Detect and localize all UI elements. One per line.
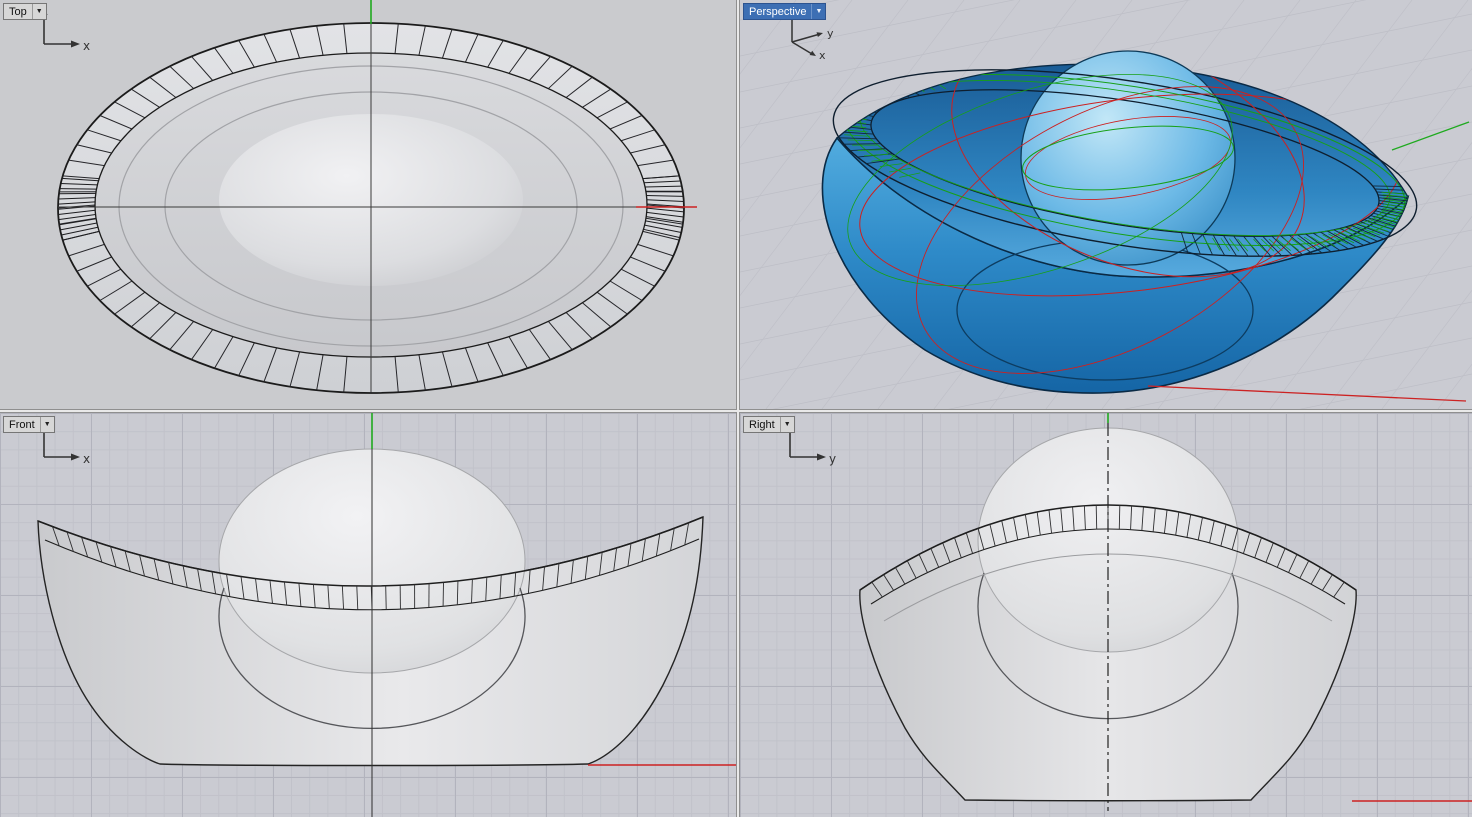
viewport-tab-perspective-label[interactable]: Perspective <box>744 4 811 19</box>
chevron-down-icon[interactable]: ▼ <box>32 4 46 19</box>
viewport-tab-front[interactable]: Front ▼ <box>3 416 55 433</box>
perspective-view-canvas[interactable] <box>740 0 1472 409</box>
chevron-down-icon[interactable]: ▼ <box>811 4 825 19</box>
viewport-top[interactable]: Top ▼ y x <box>0 0 736 409</box>
chevron-down-icon[interactable]: ▼ <box>780 417 794 432</box>
viewport-right[interactable]: Right ▼ z y <box>740 413 1472 817</box>
viewport-tab-top-label[interactable]: Top <box>4 4 32 19</box>
front-view-canvas[interactable] <box>0 413 736 817</box>
ingot-front-view[interactable] <box>38 449 703 766</box>
chevron-down-icon[interactable]: ▼ <box>40 417 54 432</box>
viewport-tab-top[interactable]: Top ▼ <box>3 3 47 20</box>
axis-label-x: x <box>83 39 90 53</box>
viewport-grid: Top ▼ y x <box>0 0 1472 817</box>
x-axis-line <box>1148 386 1466 401</box>
right-view-canvas[interactable] <box>740 413 1472 817</box>
viewport-tab-right-label[interactable]: Right <box>744 417 780 432</box>
axis-label-y: y <box>827 27 834 40</box>
axis-label-x: x <box>819 49 826 60</box>
ingot-perspective-model[interactable] <box>821 0 1429 409</box>
top-view-canvas[interactable] <box>0 0 736 409</box>
axis-label-x: x <box>83 452 90 466</box>
axis-label-y: y <box>829 452 836 466</box>
viewport-tab-right[interactable]: Right ▼ <box>743 416 795 433</box>
viewport-tab-perspective[interactable]: Perspective ▼ <box>743 3 826 20</box>
viewport-perspective[interactable]: Perspective ▼ z y x <box>740 0 1472 409</box>
viewport-front[interactable]: Front ▼ z x <box>0 413 736 817</box>
viewport-tab-front-label[interactable]: Front <box>4 417 40 432</box>
